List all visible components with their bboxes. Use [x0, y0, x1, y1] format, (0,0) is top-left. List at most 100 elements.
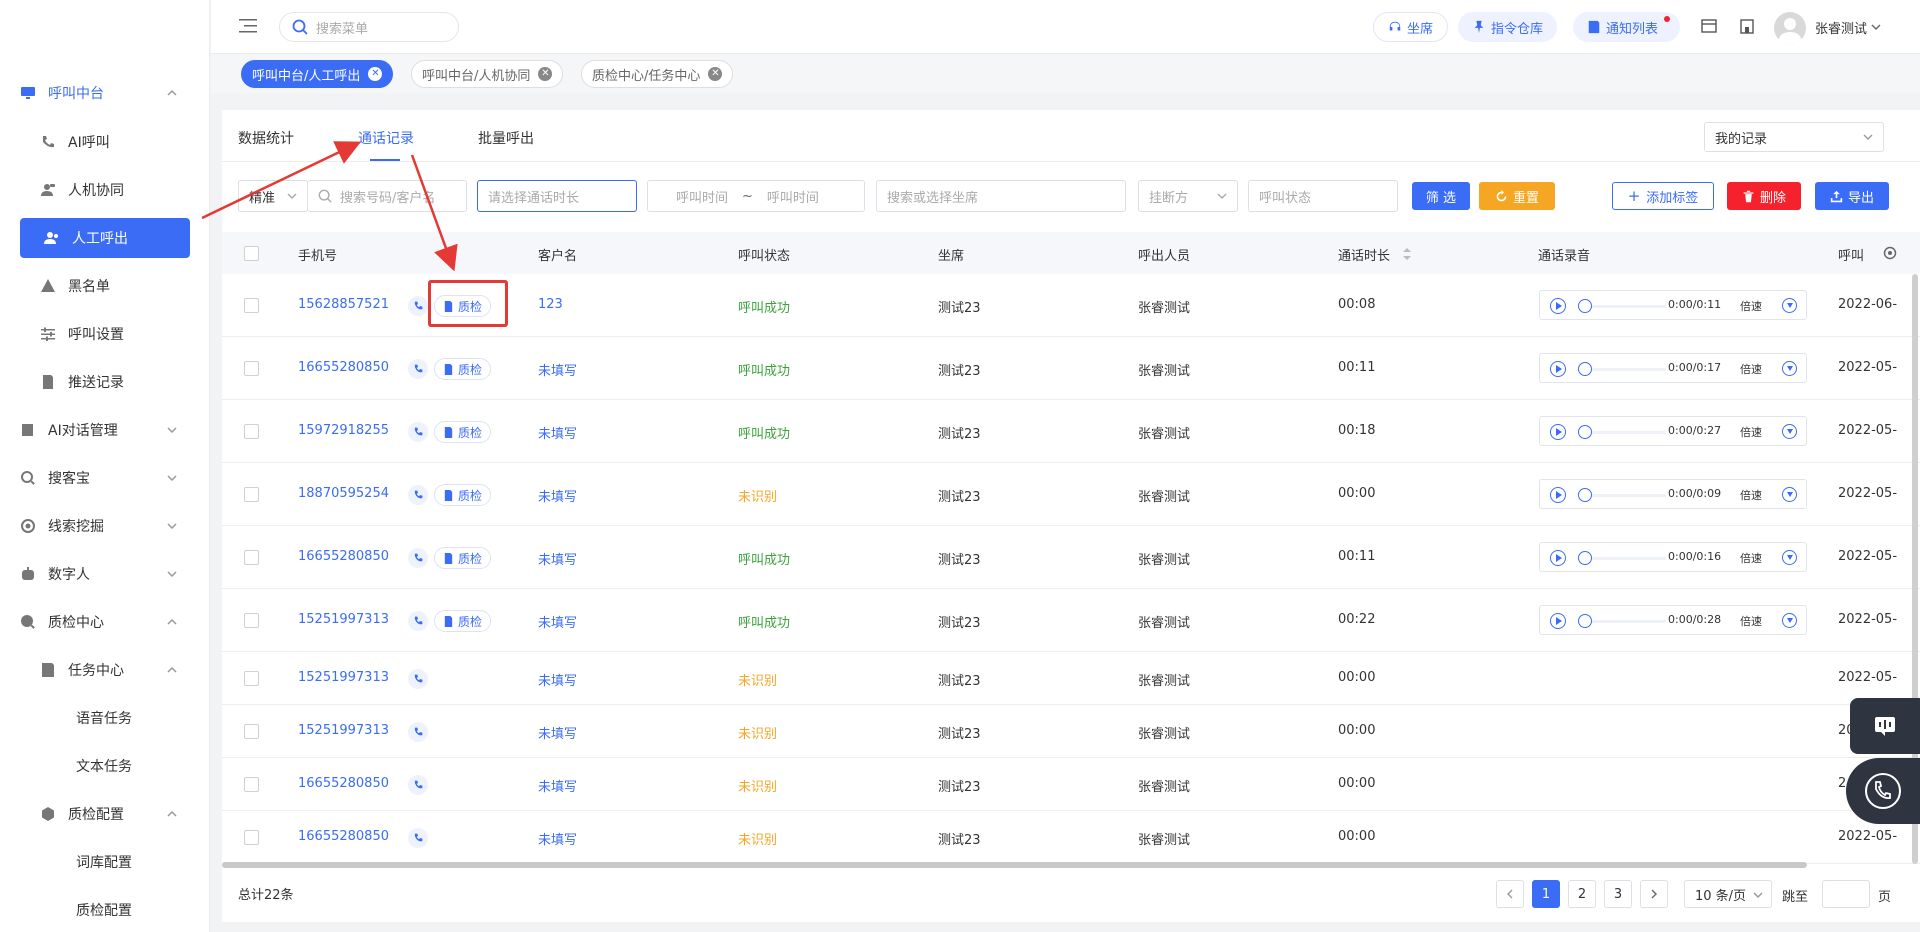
- sidebar-item-manual-call[interactable]: 人工呼出: [20, 218, 190, 258]
- call-time-range[interactable]: 呼叫时间 ~ 呼叫时间: [647, 180, 865, 212]
- dial-button[interactable]: [408, 485, 428, 505]
- row-checkbox[interactable]: [244, 777, 259, 792]
- select-all-checkbox[interactable]: [244, 246, 259, 261]
- dial-button[interactable]: [408, 422, 428, 442]
- sidebar-item-lexicon-config[interactable]: 词库配置: [76, 842, 186, 882]
- phone-number-link[interactable]: 15972918255: [298, 423, 389, 438]
- reset-button[interactable]: 重置: [1479, 182, 1555, 210]
- command-warehouse-button[interactable]: 指令仓库: [1458, 12, 1558, 42]
- seat-search-input[interactable]: 搜索或选择坐席: [876, 180, 1126, 212]
- page-1-button[interactable]: 1: [1532, 880, 1560, 908]
- sort-icon[interactable]: [1402, 247, 1412, 261]
- page-size-select[interactable]: 10 条/页: [1684, 880, 1772, 908]
- row-checkbox[interactable]: [244, 487, 259, 502]
- my-records-select[interactable]: 我的记录: [1704, 122, 1884, 152]
- phone-number-link[interactable]: 15251997313: [298, 612, 389, 627]
- close-icon[interactable]: ✕: [708, 67, 723, 81]
- customer-name-link[interactable]: 未填写: [538, 670, 577, 689]
- dial-button[interactable]: [408, 611, 428, 631]
- audio-progress-track[interactable]: [1590, 431, 1666, 434]
- playback-speed-button[interactable]: 倍速: [1740, 424, 1762, 440]
- sidebar-item-digital-human[interactable]: 数字人: [20, 554, 190, 594]
- hangup-party-select[interactable]: 挂断方: [1138, 180, 1238, 212]
- play-icon[interactable]: [1550, 298, 1566, 314]
- user-name[interactable]: 张睿测试: [1815, 18, 1867, 37]
- play-icon[interactable]: [1550, 613, 1566, 629]
- download-icon[interactable]: [1782, 613, 1797, 628]
- sidebar-item-qc-config[interactable]: 质检配置: [76, 890, 186, 930]
- notice-list-button[interactable]: 通知列表: [1573, 12, 1681, 42]
- dial-button[interactable]: [408, 359, 428, 379]
- audio-progress-knob[interactable]: [1578, 488, 1592, 502]
- play-icon[interactable]: [1550, 487, 1566, 503]
- audio-progress-knob[interactable]: [1578, 614, 1592, 628]
- sidebar-item-text-task[interactable]: 文本任务: [76, 746, 186, 786]
- quality-check-button[interactable]: 质检: [434, 547, 492, 569]
- sidebar-item-task-center[interactable]: 任务中心: [40, 650, 190, 690]
- filter-button[interactable]: 筛 选: [1412, 182, 1470, 210]
- play-icon[interactable]: [1550, 361, 1566, 377]
- sidebar-item-call-center[interactable]: 呼叫中台: [20, 73, 190, 113]
- tag-task-center[interactable]: 质检中心/任务中心 ✕: [581, 60, 734, 88]
- playback-speed-button[interactable]: 倍速: [1740, 613, 1762, 629]
- quality-check-button[interactable]: 质检: [434, 295, 492, 317]
- chevron-down-icon[interactable]: [1871, 22, 1881, 32]
- quality-check-button[interactable]: 质检: [434, 610, 492, 632]
- sidebar-item-lead-mining[interactable]: 线索挖掘: [20, 506, 190, 546]
- row-checkbox[interactable]: [244, 361, 259, 376]
- menu-search-input[interactable]: 搜索菜单: [279, 12, 459, 42]
- dial-button[interactable]: [408, 775, 428, 795]
- customer-name-link[interactable]: 123: [538, 297, 563, 312]
- phone-number-link[interactable]: 15251997313: [298, 670, 389, 685]
- phone-number-link[interactable]: 18870595254: [298, 486, 389, 501]
- row-checkbox[interactable]: [244, 830, 259, 845]
- sidebar-item-ai-call[interactable]: AI呼叫: [40, 122, 190, 162]
- playback-speed-button[interactable]: 倍速: [1740, 487, 1762, 503]
- play-icon[interactable]: [1550, 424, 1566, 440]
- phone-number-link[interactable]: 16655280850: [298, 549, 389, 564]
- customer-name-link[interactable]: 未填写: [538, 423, 577, 442]
- sidebar-item-soukebao[interactable]: 搜客宝: [20, 458, 190, 498]
- audio-progress-track[interactable]: [1590, 620, 1666, 623]
- menu-toggle-icon[interactable]: [239, 18, 257, 34]
- add-tag-button[interactable]: + 添加标签: [1612, 182, 1714, 210]
- customer-name-link[interactable]: 未填写: [538, 549, 577, 568]
- tab-call-records[interactable]: 通话记录: [358, 128, 414, 148]
- row-checkbox[interactable]: [244, 671, 259, 686]
- phone-number-link[interactable]: 16655280850: [298, 776, 389, 791]
- download-icon[interactable]: [1782, 361, 1797, 376]
- audio-progress-knob[interactable]: [1578, 425, 1592, 439]
- audio-progress-track[interactable]: [1590, 305, 1666, 308]
- row-checkbox[interactable]: [244, 724, 259, 739]
- row-checkbox[interactable]: [244, 550, 259, 565]
- row-checkbox[interactable]: [244, 424, 259, 439]
- sidebar-item-human-machine[interactable]: 人机协同: [40, 170, 190, 210]
- settings-gear-icon[interactable]: [1882, 245, 1898, 261]
- tag-manual-call[interactable]: 呼叫中台/人工呼出 ✕: [241, 60, 394, 88]
- horizontal-scrollbar[interactable]: [222, 862, 1807, 868]
- quality-check-button[interactable]: 质检: [434, 358, 492, 380]
- audio-progress-track[interactable]: [1590, 368, 1666, 371]
- phone-number-link[interactable]: 15251997313: [298, 723, 389, 738]
- dial-button[interactable]: [408, 828, 428, 848]
- customer-name-link[interactable]: 未填写: [538, 776, 577, 795]
- page-3-button[interactable]: 3: [1604, 880, 1632, 908]
- window-icon[interactable]: [1701, 18, 1717, 34]
- page-2-button[interactable]: 2: [1568, 880, 1596, 908]
- audio-progress-track[interactable]: [1590, 557, 1666, 560]
- dial-button[interactable]: [408, 548, 428, 568]
- number-search-input[interactable]: 搜索号码/客户名: [307, 180, 467, 212]
- tab-batch-call[interactable]: 批量呼出: [478, 128, 534, 148]
- audio-progress-knob[interactable]: [1578, 551, 1592, 565]
- user-avatar[interactable]: [1774, 12, 1806, 44]
- phone-number-link[interactable]: 16655280850: [298, 360, 389, 375]
- quality-check-button[interactable]: 质检: [434, 421, 492, 443]
- row-checkbox[interactable]: [244, 298, 259, 313]
- sidebar-item-ai-dialog[interactable]: AI对话管理: [20, 410, 190, 450]
- quality-check-button[interactable]: 质检: [434, 484, 492, 506]
- prev-page-button[interactable]: [1496, 880, 1524, 908]
- row-checkbox[interactable]: [244, 613, 259, 628]
- playback-speed-button[interactable]: 倍速: [1740, 550, 1762, 566]
- building-icon[interactable]: [1739, 18, 1755, 34]
- export-button[interactable]: 导出: [1815, 182, 1889, 210]
